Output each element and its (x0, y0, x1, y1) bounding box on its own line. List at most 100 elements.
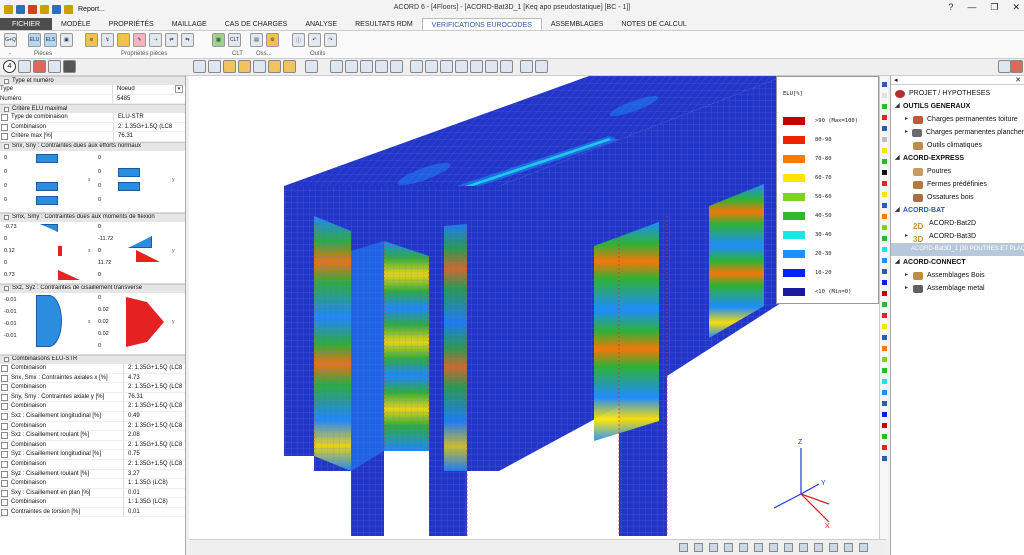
tree-item[interactable]: ▸ Charges permanentes plancher (891, 126, 1024, 139)
tab-proprietes[interactable]: PROPRIÉTÉS (100, 18, 163, 30)
property-button-1[interactable]: ≋ (85, 33, 98, 47)
tree-item[interactable]: ▸ Assemblage metal (891, 282, 1024, 295)
results-icon[interactable] (814, 543, 823, 552)
tree-item[interactable]: Fermes prédéfinies (891, 178, 1024, 191)
checkbox[interactable] (1, 489, 8, 497)
clt-grid-button[interactable]: ▦ (212, 33, 225, 47)
view-left-icon[interactable] (440, 60, 453, 73)
property-button-6[interactable]: ⇄ (165, 33, 178, 47)
tree-item[interactable]: Outils climatiques (891, 139, 1024, 152)
ossature-settings-button[interactable]: ⚙ (266, 33, 279, 47)
checkbox[interactable] (1, 432, 8, 440)
tab-resultats-rdm[interactable]: RESULTATS RDM (346, 18, 422, 30)
checkbox[interactable] (1, 480, 8, 488)
property-button-4[interactable]: ✎ (133, 33, 146, 47)
view-front-icon[interactable] (410, 60, 423, 73)
checkbox[interactable] (1, 508, 8, 516)
display-icon[interactable] (709, 543, 718, 552)
undo-button[interactable]: ↶ (308, 33, 321, 47)
close-panel-icon[interactable] (1010, 60, 1023, 73)
tab-modele[interactable]: MODÈLE (52, 18, 100, 30)
palette-swatch[interactable] (882, 379, 887, 384)
tab-notes-de-calcul[interactable]: NOTES DE CALCUL (612, 18, 695, 30)
font-icon[interactable] (694, 543, 703, 552)
tree-item[interactable]: ▸ 3D ACORD-Bat3D (891, 230, 1024, 243)
palette-swatch[interactable] (882, 456, 887, 461)
orbit-icon[interactable] (390, 60, 403, 73)
palette-swatch[interactable] (882, 401, 887, 406)
palette-swatch[interactable] (882, 93, 887, 98)
view-iso-icon[interactable] (500, 60, 513, 73)
filter-icon[interactable] (18, 60, 31, 73)
checkbox[interactable] (1, 422, 8, 430)
property-button-2[interactable]: ↯ (101, 33, 114, 47)
palette-swatch[interactable] (882, 313, 887, 318)
palette-swatch[interactable] (882, 302, 887, 307)
view-menu-icon[interactable] (305, 60, 318, 73)
nodes-icon[interactable] (724, 543, 733, 552)
report-button[interactable]: Report... (78, 6, 105, 13)
chevron-down-icon[interactable]: ◢ (895, 152, 901, 165)
collapse-icon[interactable] (4, 357, 9, 363)
open-icon[interactable] (40, 4, 49, 14)
palette-swatch[interactable] (882, 434, 887, 439)
chevron-down-icon[interactable]: ◢ (895, 256, 901, 269)
palette-swatch[interactable] (882, 236, 887, 241)
print-icon[interactable] (52, 4, 61, 14)
palette-swatch[interactable] (882, 412, 887, 417)
checkbox[interactable] (1, 499, 8, 507)
dropdown-icon[interactable]: ▾ (175, 85, 183, 93)
property-button-3[interactable]: ⚡ (117, 33, 130, 47)
export-icon[interactable] (829, 543, 838, 552)
tab-assemblages[interactable]: ASSEMBLAGES (542, 18, 613, 30)
report-icon[interactable] (64, 4, 73, 14)
palette-swatch[interactable] (882, 181, 887, 186)
chevron-right-icon[interactable]: ▸ (905, 230, 911, 243)
chevron-down-icon[interactable]: ◢ (895, 100, 901, 113)
panel-badge[interactable]: 4 (3, 60, 16, 73)
view-bottom-icon[interactable] (485, 60, 498, 73)
palette-swatch[interactable] (882, 423, 887, 428)
cloud-icon[interactable] (223, 60, 236, 73)
palette-swatch[interactable] (882, 82, 887, 87)
zoom-window-icon[interactable] (360, 60, 373, 73)
palette-swatch[interactable] (882, 390, 887, 395)
close-button[interactable]: ✕ (1012, 2, 1020, 13)
tree-section-header[interactable]: ◢ ACORD-BAT (891, 204, 1024, 217)
palette-swatch[interactable] (882, 258, 887, 263)
property-button-5[interactable]: ⇢ (149, 33, 162, 47)
text-size-icon[interactable] (679, 543, 688, 552)
palette-swatch[interactable] (882, 192, 887, 197)
minimize-button[interactable]: — (967, 2, 976, 13)
checkbox[interactable] (1, 412, 8, 420)
chevron-right-icon[interactable]: ▸ (905, 126, 910, 139)
tree-item[interactable]: Ossatures bois (891, 191, 1024, 204)
section-header[interactable]: Critère ELU maximal (0, 104, 185, 114)
section-header[interactable]: Type et numéro (0, 76, 185, 85)
palette-swatch[interactable] (882, 280, 887, 285)
section-icon[interactable] (754, 543, 763, 552)
palette-swatch[interactable] (882, 148, 887, 153)
grid-icon[interactable] (63, 60, 76, 73)
section-header[interactable]: Snx, Sny : Contraintes dues aux efforts … (0, 141, 185, 151)
tab-analyse[interactable]: ANALYSE (296, 18, 346, 30)
checkbox[interactable] (1, 470, 8, 478)
save-icon[interactable] (16, 4, 25, 14)
tree-item[interactable]: Poutres (891, 165, 1024, 178)
chevron-right-icon[interactable]: ▸ (905, 113, 911, 126)
tree-section-header[interactable]: ◢ OUTILS GENERAUX (891, 100, 1024, 113)
folder-icon[interactable] (4, 4, 13, 14)
tab-cas-de-charges[interactable]: CAS DE CHARGES (216, 18, 297, 30)
supports-icon[interactable] (784, 543, 793, 552)
checkbox[interactable] (1, 393, 8, 401)
chevron-down-icon[interactable]: ◢ (895, 204, 901, 217)
palette-swatch[interactable] (882, 357, 887, 362)
mesh-icon[interactable] (739, 543, 748, 552)
checkbox[interactable] (1, 123, 8, 131)
palette-swatch[interactable] (882, 225, 887, 230)
collapse-icon[interactable] (4, 215, 9, 221)
tree-root[interactable]: PROJET / HYPOTHESES (891, 87, 1024, 100)
palette-swatch[interactable] (882, 159, 887, 164)
wind-icon[interactable] (268, 60, 281, 73)
checkbox[interactable] (1, 451, 8, 459)
